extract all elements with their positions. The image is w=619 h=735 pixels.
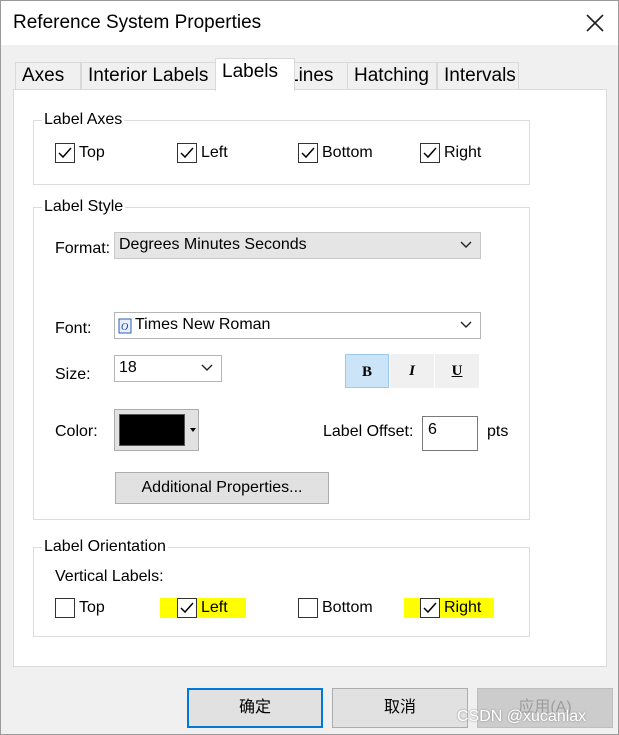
properties-dialog: Reference System Properties Axes Interio… [0, 0, 619, 735]
vertical-bottom-checkbox[interactable] [298, 598, 318, 618]
vertical-labels-label: Vertical Labels: [55, 568, 164, 585]
vertical-top-checkbox[interactable] [55, 598, 75, 618]
label-offset-label: Label Offset: [323, 423, 414, 440]
tab-hatching[interactable]: Hatching [347, 62, 437, 90]
tab-label: Hatching [354, 65, 429, 86]
axes-right-checkbox[interactable] [420, 143, 440, 163]
label-orientation-group [33, 547, 530, 637]
chevron-down-icon [460, 241, 472, 248]
opentype-font-icon: O [118, 318, 132, 334]
tab-label: Axes [22, 65, 65, 86]
label-style-title: Label Style [42, 198, 126, 216]
axes-left-label: Left [201, 144, 228, 161]
color-picker-button[interactable] [114, 409, 199, 451]
svg-text:O: O [121, 322, 128, 333]
axes-left-checkbox[interactable] [177, 143, 197, 163]
watermark-text: CSDN @xucanlax [457, 708, 587, 725]
italic-button[interactable]: I [390, 354, 434, 388]
tab-labels[interactable]: Labels [215, 58, 295, 91]
font-value: Times New Roman [135, 316, 271, 333]
tab-label: Intervals [444, 65, 516, 86]
font-label: Font: [55, 320, 92, 337]
tab-axes[interactable]: Axes [15, 62, 81, 90]
vertical-right-label: Right [444, 599, 482, 616]
color-swatch [119, 414, 185, 446]
vertical-top-label: Top [79, 599, 105, 616]
vertical-right-checkbox[interactable] [420, 598, 440, 618]
color-label: Color: [55, 423, 98, 440]
vertical-left-label: Left [201, 599, 228, 616]
vertical-bottom-label: Bottom [322, 599, 373, 616]
axes-top-label: Top [79, 144, 105, 161]
bold-button[interactable]: B [345, 354, 389, 388]
axes-top-checkbox[interactable] [55, 143, 75, 163]
close-icon[interactable] [581, 9, 609, 37]
vertical-left-checkbox[interactable] [177, 598, 197, 618]
axes-bottom-checkbox[interactable] [298, 143, 318, 163]
underline-button[interactable]: U [435, 354, 479, 388]
dropdown-arrow-icon [190, 428, 196, 432]
axes-right-label: Right [444, 144, 482, 161]
title-bar: Reference System Properties [1, 1, 618, 45]
window-title: Reference System Properties [13, 12, 262, 33]
ok-button[interactable]: 确定 [187, 688, 323, 728]
label-offset-input[interactable]: 6 [422, 416, 478, 451]
format-label: Format: [55, 240, 111, 257]
size-dropdown[interactable]: 18 [114, 355, 222, 382]
format-value: Degrees Minutes Seconds [119, 236, 307, 253]
cancel-button[interactable]: 取消 [332, 688, 468, 728]
axes-bottom-label: Bottom [322, 144, 373, 161]
additional-properties-button[interactable]: Additional Properties... [115, 472, 329, 504]
size-label: Size: [55, 366, 91, 383]
offset-unit-label: pts [487, 423, 509, 440]
chevron-down-icon [201, 364, 213, 371]
label-axes-title: Label Axes [42, 111, 125, 129]
tab-label: Interior Labels [88, 65, 209, 86]
chevron-down-icon [460, 321, 472, 328]
tab-interior-labels[interactable]: Interior Labels [81, 62, 227, 90]
font-dropdown[interactable]: O Times New Roman [114, 312, 481, 339]
label-orientation-title: Label Orientation [42, 538, 168, 556]
format-dropdown[interactable]: Degrees Minutes Seconds [114, 232, 481, 259]
size-value: 18 [119, 359, 137, 376]
tab-intervals[interactable]: Intervals [437, 62, 519, 90]
tab-label: Labels [222, 61, 278, 82]
